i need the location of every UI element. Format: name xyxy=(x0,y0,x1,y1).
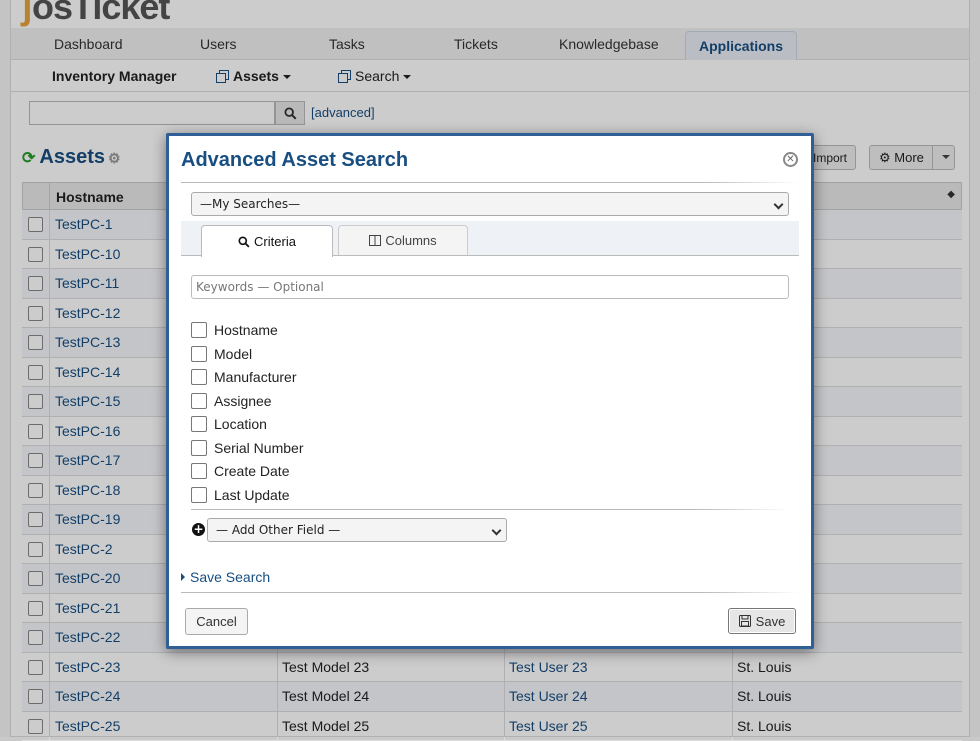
criteria-checkbox[interactable] xyxy=(191,416,207,432)
cancel-button[interactable]: Cancel xyxy=(185,608,248,635)
criteria-checkbox[interactable] xyxy=(191,369,207,385)
my-searches-value: —My Searches— xyxy=(200,197,300,211)
chevron-down-icon xyxy=(774,200,784,210)
criteria-item[interactable]: Serial Number xyxy=(191,439,303,457)
add-other-field-select[interactable]: — Add Other Field — xyxy=(207,518,507,542)
columns-icon xyxy=(369,235,381,246)
tab-criteria[interactable]: Criteria xyxy=(201,225,333,257)
save-button-label: Save xyxy=(756,614,786,629)
criteria-label: Assignee xyxy=(214,393,272,409)
criteria-label: Last Update xyxy=(214,487,290,503)
tab-criteria-label: Criteria xyxy=(254,234,296,249)
my-searches-select[interactable]: —My Searches— xyxy=(191,192,789,216)
criteria-label: Serial Number xyxy=(214,440,303,456)
criteria-label: Hostname xyxy=(214,322,278,338)
divider xyxy=(181,182,799,183)
criteria-item[interactable]: Manufacturer xyxy=(191,368,296,386)
criteria-item[interactable]: Model xyxy=(191,345,252,363)
criteria-item[interactable]: Create Date xyxy=(191,462,289,480)
tab-columns-label: Columns xyxy=(385,233,436,248)
criteria-checkbox[interactable] xyxy=(191,440,207,456)
criteria-label: Model xyxy=(214,346,252,362)
criteria-item[interactable]: Last Update xyxy=(191,486,290,504)
close-icon[interactable]: ✕ xyxy=(783,152,798,167)
criteria-item[interactable]: Hostname xyxy=(191,321,278,339)
save-search-label: Save Search xyxy=(190,569,270,585)
criteria-item[interactable]: Assignee xyxy=(191,392,272,410)
dialog-tabs: Criteria Columns xyxy=(181,221,799,256)
advanced-search-dialog: Advanced Asset Search ✕ —My Searches— Cr… xyxy=(166,133,814,649)
divider xyxy=(181,592,799,593)
caret-right-icon xyxy=(181,573,185,581)
divider xyxy=(191,509,789,510)
chevron-down-icon xyxy=(492,526,502,536)
criteria-label: Manufacturer xyxy=(214,369,296,385)
search-icon xyxy=(238,236,250,248)
criteria-checkbox[interactable] xyxy=(191,322,207,338)
save-button[interactable]: Save xyxy=(728,608,796,634)
add-other-field-value: — Add Other Field — xyxy=(216,523,340,537)
criteria-checkbox[interactable] xyxy=(191,393,207,409)
tab-columns[interactable]: Columns xyxy=(338,225,468,255)
criteria-item[interactable]: Location xyxy=(191,415,267,433)
save-search-toggle[interactable]: Save Search xyxy=(181,569,270,585)
floppy-disk-icon xyxy=(739,615,751,627)
criteria-checkbox[interactable] xyxy=(191,487,207,503)
criteria-checkbox[interactable] xyxy=(191,463,207,479)
keywords-input[interactable]: Keywords — Optional xyxy=(191,275,789,299)
criteria-checkbox[interactable] xyxy=(191,346,207,362)
criteria-label: Create Date xyxy=(214,463,289,479)
add-circle-icon: + xyxy=(192,523,205,536)
dialog-title: Advanced Asset Search xyxy=(181,149,408,172)
criteria-label: Location xyxy=(214,416,267,432)
